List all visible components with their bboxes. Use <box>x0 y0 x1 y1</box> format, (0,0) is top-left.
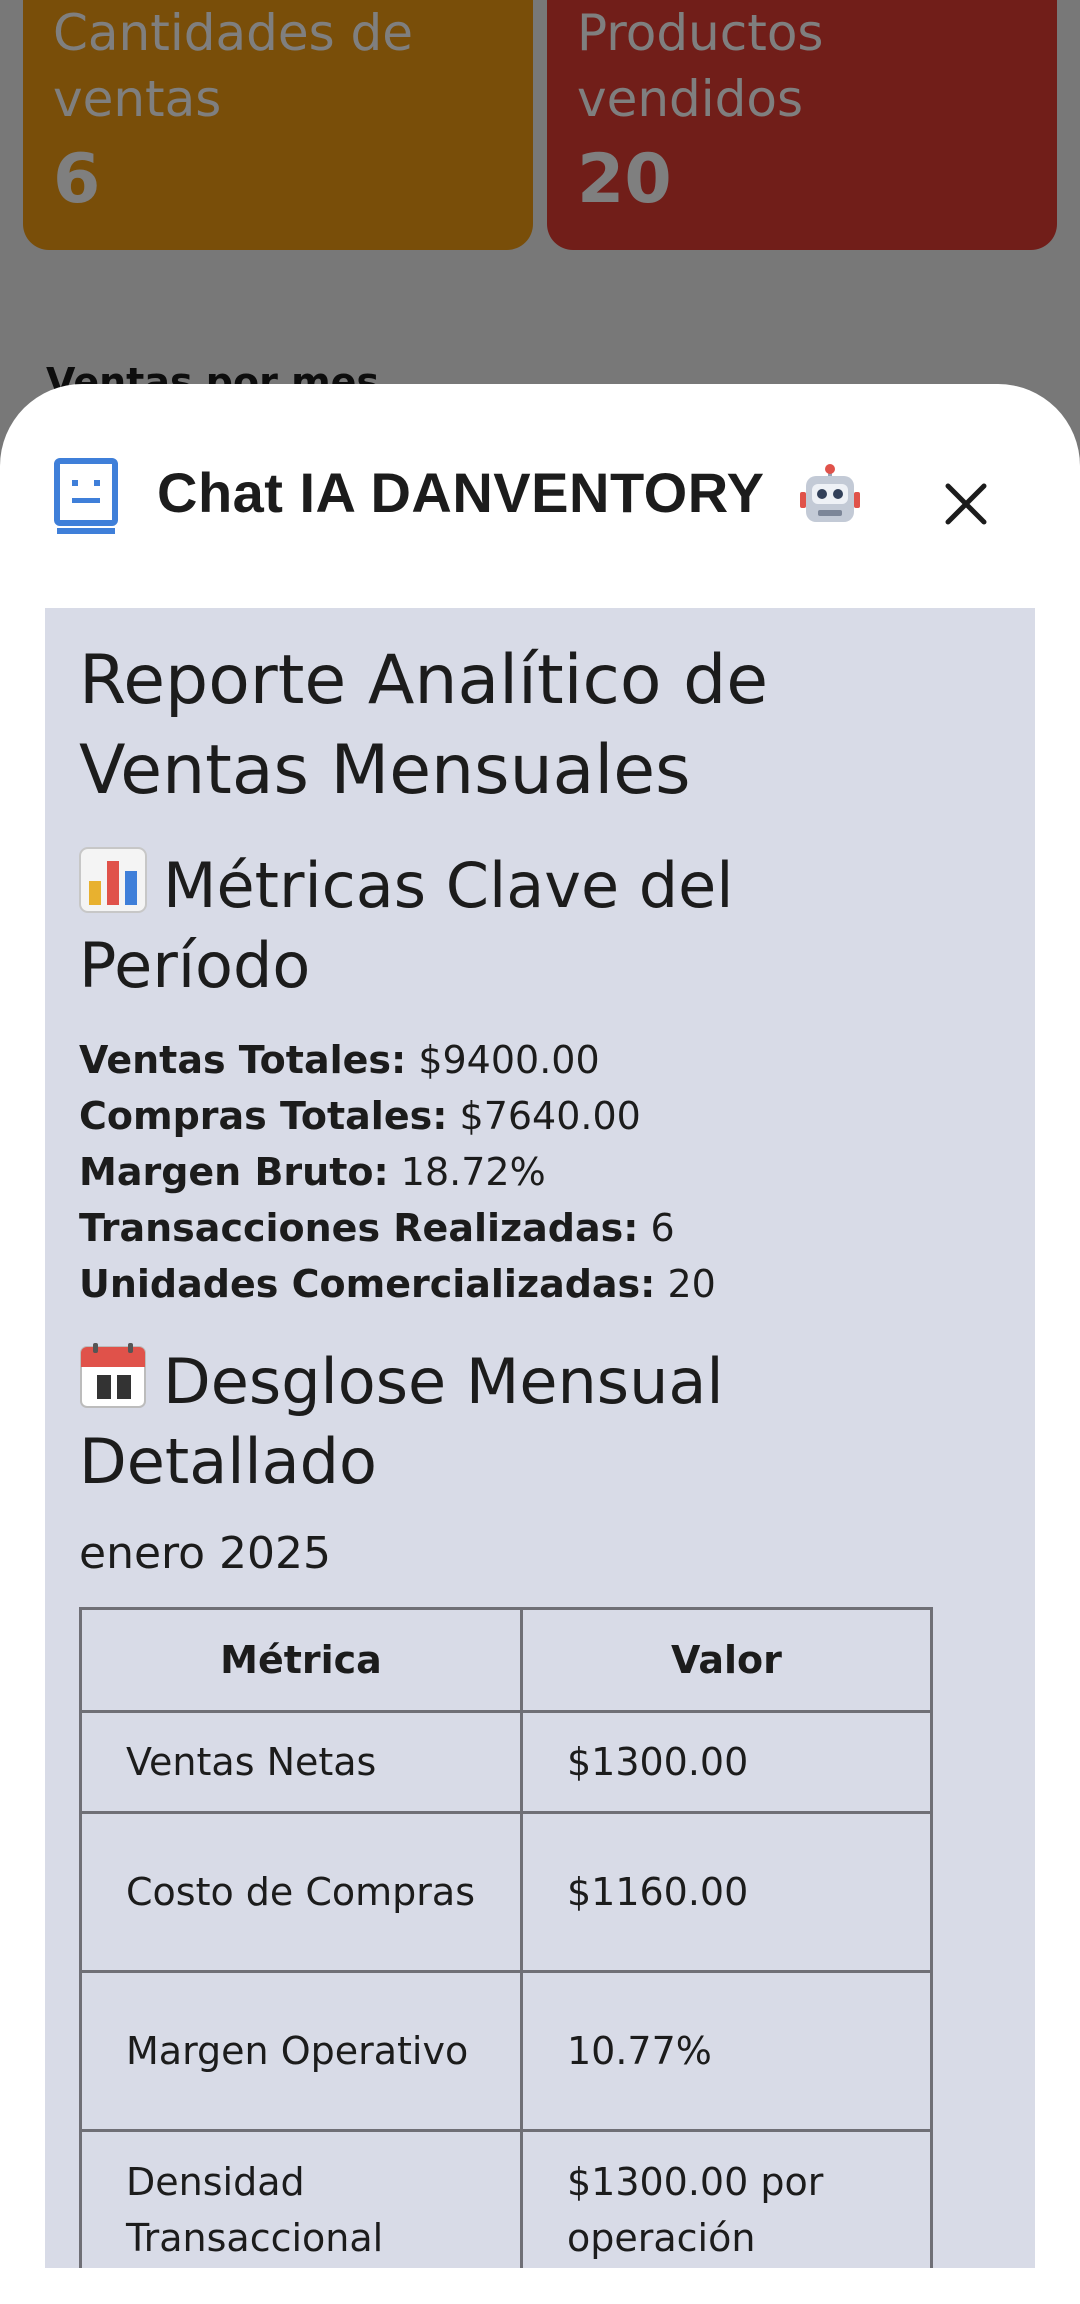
chat-message-panel: Reporte Analítico de Ventas Mensuales Mé… <box>45 608 1035 2268</box>
chat-bottom-sheet: Chat IA DANVENTORY Reporte Analítico de … <box>0 384 1080 2304</box>
column-header-value: Valor <box>519 1607 934 1713</box>
metrics-heading: Métricas Clave del Período <box>79 846 979 1006</box>
breakdown-heading: Desglose Mensual Detallado <box>79 1342 979 1502</box>
table-cell: $1300.00 por operación <box>519 2129 934 2268</box>
report-title: Reporte Analítico de Ventas Mensuales <box>79 641 769 810</box>
close-icon[interactable] <box>934 472 998 536</box>
sheet-title: Chat IA DANVENTORY <box>157 461 765 524</box>
bar-chart-icon <box>79 847 147 913</box>
breakdown-heading-text: Desglose Mensual Detallado <box>79 1345 724 1498</box>
calendar-icon <box>80 1343 146 1408</box>
metrics-list: Ventas Totales: $9400.00 Compras Totales… <box>79 1032 979 1312</box>
table-cell: $1160.00 <box>519 1811 934 1973</box>
metrics-heading-text: Métricas Clave del Período <box>79 849 734 1002</box>
sheet-header: Chat IA DANVENTORY <box>0 384 1080 610</box>
metric-item: Margen Bruto: 18.72% <box>79 1150 546 1194</box>
month-label: enero 2025 <box>79 1528 332 1579</box>
table-cell: Densidad Transaccional <box>79 2129 523 2268</box>
metric-item: Unidades Comercializadas: 20 <box>79 1262 716 1306</box>
table-row: Densidad Transaccional $1300.00 por oper… <box>79 2129 934 2268</box>
column-header-metric: Métrica <box>79 1607 523 1713</box>
robot-emoji <box>800 464 860 522</box>
table-cell: $1300.00 <box>519 1710 934 1814</box>
table-row: Ventas Netas $1300.00 <box>79 1710 934 1814</box>
table-cell: Costo de Compras <box>79 1811 523 1973</box>
table-cell: Ventas Netas <box>79 1710 523 1814</box>
metric-item: Ventas Totales: $9400.00 <box>79 1038 600 1082</box>
table-header-row: Métrica Valor <box>79 1607 934 1713</box>
table-cell: 10.77% <box>519 1970 934 2132</box>
table-cell: Margen Operativo <box>79 1970 523 2132</box>
document-bot-icon <box>54 458 118 534</box>
metric-item: Transacciones Realizadas: 6 <box>79 1206 675 1250</box>
table-row: Costo de Compras $1160.00 <box>79 1811 934 1973</box>
report-content: Reporte Analítico de Ventas Mensuales Mé… <box>79 636 979 2268</box>
metric-item: Compras Totales: $7640.00 <box>79 1094 641 1138</box>
monthly-table: Métrica Valor Ventas Netas $1300.00 Cost… <box>79 1607 934 2268</box>
table-row: Margen Operativo 10.77% <box>79 1970 934 2132</box>
